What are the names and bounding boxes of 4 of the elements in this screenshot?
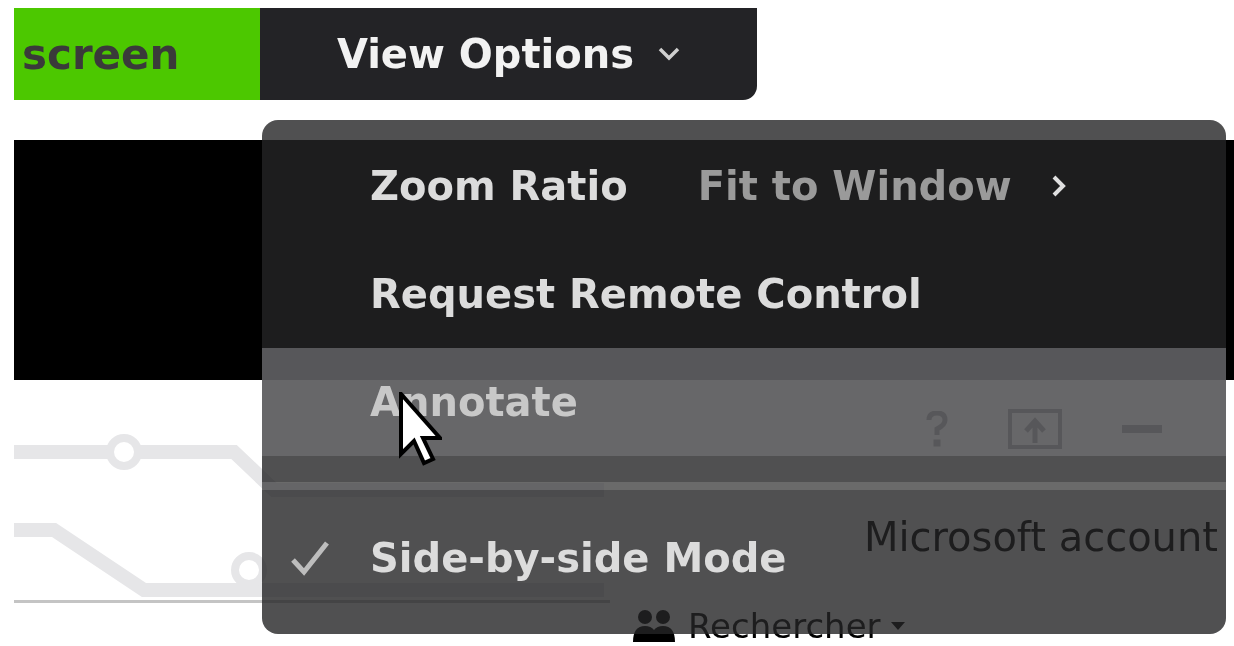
menu-item[interactable]: Request Remote Control [262, 240, 952, 348]
share-screen-button[interactable]: screen [14, 8, 260, 100]
menu-item[interactable]: Zoom Ratio Fit to Window [262, 132, 1096, 240]
view-options-button[interactable]: View Options [260, 8, 757, 100]
